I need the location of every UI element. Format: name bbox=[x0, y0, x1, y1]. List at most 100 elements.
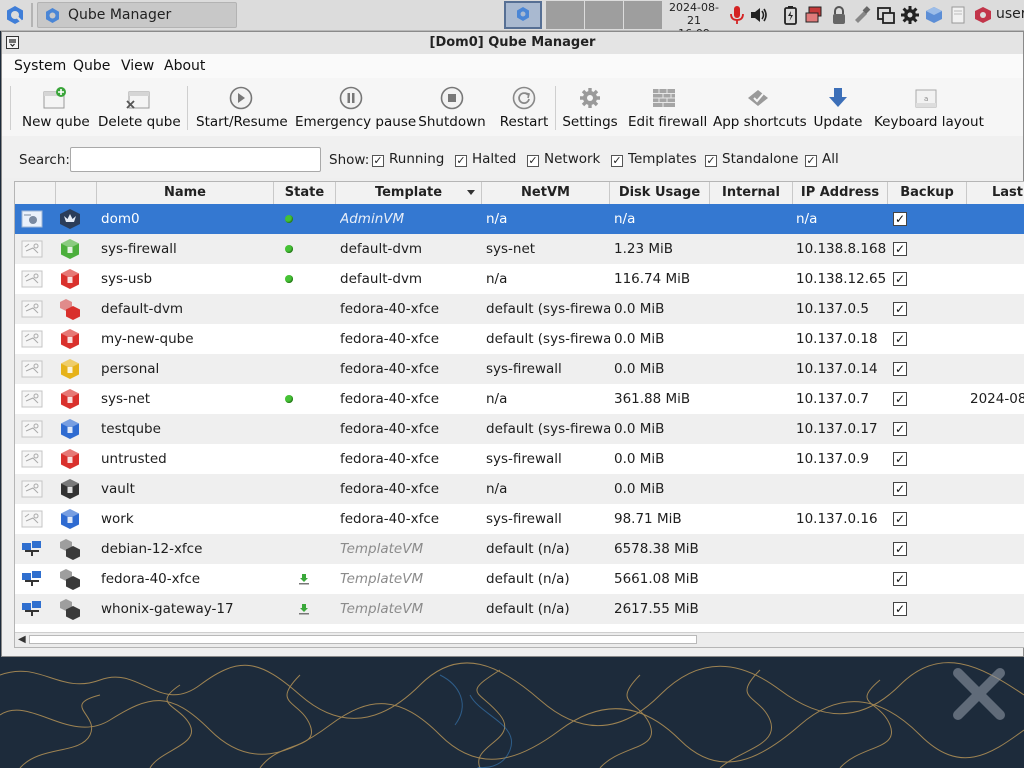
table-row[interactable]: testqube fedora-40-xfce default (sys-firew… bbox=[15, 414, 1024, 444]
new-qube-button[interactable]: New qube bbox=[22, 78, 90, 136]
vm-backup-checkbox[interactable]: ✓ bbox=[893, 452, 907, 466]
qube-label-icon bbox=[61, 359, 79, 379]
table-row[interactable]: sys-usb default-dvm n/a 116.74 MiB 10.138.12… bbox=[15, 264, 1024, 294]
table-row[interactable]: untrusted fedora-40-xfce sys-firewall 0.0 M… bbox=[15, 444, 1024, 474]
table-row[interactable]: whonix-gateway-17 TemplateVM default (n/a)… bbox=[15, 594, 1024, 624]
vm-backup-checkbox[interactable]: ✓ bbox=[893, 212, 907, 226]
table-row[interactable]: fedora-40-xfce TemplateVM default (n/a) 566… bbox=[15, 564, 1024, 594]
edit-firewall-button[interactable]: Edit firewall bbox=[628, 78, 707, 136]
vm-backup-checkbox[interactable]: ✓ bbox=[893, 542, 907, 556]
restart-button[interactable]: Restart bbox=[494, 78, 554, 136]
template-label-icon bbox=[60, 539, 80, 560]
vm-backup-checkbox[interactable]: ✓ bbox=[893, 362, 907, 376]
lock-icon[interactable] bbox=[829, 5, 849, 25]
column-header-label[interactable] bbox=[56, 182, 97, 204]
vm-backup-checkbox[interactable]: ✓ bbox=[893, 572, 907, 586]
vm-state-cell bbox=[278, 474, 334, 504]
scroll-left-arrow-icon[interactable]: ◀ bbox=[18, 634, 26, 645]
vm-netvm-cell: sys-net bbox=[486, 241, 536, 257]
horizontal-scrollbar[interactable]: ◀ bbox=[15, 632, 1024, 647]
vm-backup-checkbox[interactable]: ✓ bbox=[893, 242, 907, 256]
microphone-icon[interactable] bbox=[727, 5, 747, 25]
checkbox-checked-icon: ✓ bbox=[705, 154, 717, 167]
menu-qube[interactable]: Qube bbox=[73, 58, 110, 74]
vm-backup-checkbox[interactable]: ✓ bbox=[893, 392, 907, 406]
app-shortcuts-button[interactable]: App shortcuts bbox=[713, 78, 807, 136]
menu-system[interactable]: System bbox=[14, 58, 66, 74]
column-header-name[interactable]: Name bbox=[97, 182, 274, 204]
vm-backup-checkbox[interactable]: ✓ bbox=[893, 272, 907, 286]
usb-devices-icon[interactable] bbox=[852, 5, 872, 25]
network-devices-icon[interactable] bbox=[804, 5, 824, 25]
column-header-ip-address[interactable]: IP Address bbox=[793, 182, 888, 204]
table-row[interactable]: vault fedora-40-xfce n/a 0.0 MiB ✓ bbox=[15, 474, 1024, 504]
qubes-logo-icon bbox=[46, 8, 59, 23]
column-header-disk-usage[interactable]: Disk Usage bbox=[610, 182, 710, 204]
vm-backup-checkbox[interactable]: ✓ bbox=[893, 602, 907, 616]
vm-backup-checkbox[interactable]: ✓ bbox=[893, 482, 907, 496]
column-header-last-backup[interactable]: Last b bbox=[967, 182, 1024, 204]
column-header-type[interactable] bbox=[15, 182, 56, 204]
user-label[interactable]: user bbox=[996, 6, 1024, 22]
table-row[interactable]: default-dvm fedora-40-xfce default (sys-fi… bbox=[15, 294, 1024, 324]
column-header-netvm[interactable]: NetVM bbox=[482, 182, 610, 204]
battery-icon[interactable] bbox=[780, 5, 800, 25]
table-row[interactable]: debian-12-xfce TemplateVM default (n/a) 657… bbox=[15, 534, 1024, 564]
vm-backup-checkbox[interactable]: ✓ bbox=[893, 302, 907, 316]
template-label-icon bbox=[60, 599, 80, 620]
vm-template-cell: TemplateVM bbox=[340, 601, 424, 617]
filter-running-checkbox[interactable]: ✓ Running bbox=[372, 151, 444, 167]
workspace-1[interactable] bbox=[504, 1, 542, 29]
workspace-3[interactable] bbox=[585, 1, 623, 29]
filter-templates-checkbox[interactable]: ✓ Templates bbox=[611, 151, 697, 167]
filter-standalone-checkbox[interactable]: ✓ Standalone bbox=[705, 151, 798, 167]
table-row[interactable]: work fedora-40-xfce sys-firewall 98.71 MiB 1… bbox=[15, 504, 1024, 534]
workspace-4[interactable] bbox=[624, 1, 662, 29]
qube-cube-icon[interactable] bbox=[924, 5, 944, 25]
workspace-2[interactable] bbox=[546, 1, 584, 29]
emergency-pause-button[interactable]: Emergency pause bbox=[295, 78, 416, 136]
template-vm-type-icon bbox=[22, 601, 41, 616]
column-header-internal[interactable]: Internal bbox=[710, 182, 793, 204]
delete-qube-button[interactable]: Delete qube bbox=[98, 78, 181, 136]
table-row[interactable]: sys-firewall default-dvm sys-net 1.23 MiB 10… bbox=[15, 234, 1024, 264]
start-resume-button[interactable]: Start/Resume bbox=[196, 78, 288, 136]
vm-backup-checkbox[interactable]: ✓ bbox=[893, 332, 907, 346]
settings-gear-icon bbox=[580, 88, 600, 108]
vm-backup-checkbox[interactable]: ✓ bbox=[893, 512, 907, 526]
windows-icon[interactable] bbox=[876, 5, 896, 25]
user-icon[interactable] bbox=[973, 5, 993, 25]
filter-halted-checkbox[interactable]: ✓ Halted bbox=[455, 151, 516, 167]
vm-label-cell bbox=[58, 564, 94, 594]
settings-gear-icon[interactable] bbox=[900, 5, 920, 25]
column-header-backup[interactable]: Backup bbox=[888, 182, 967, 204]
settings-button[interactable]: Settings bbox=[560, 78, 620, 136]
keyboard-layout-button[interactable]: a Keyboard layout bbox=[874, 78, 984, 136]
taskbar-task-qube-manager[interactable]: Qube Manager bbox=[37, 2, 237, 28]
scrollbar-thumb[interactable] bbox=[29, 635, 697, 644]
column-header-state[interactable]: State bbox=[274, 182, 336, 204]
clipboard-icon[interactable] bbox=[948, 5, 968, 25]
filter-network-checkbox[interactable]: ✓ Network bbox=[527, 151, 600, 167]
app-vm-type-icon bbox=[21, 300, 43, 318]
shutdown-button[interactable]: Shutdown bbox=[417, 78, 487, 136]
filter-all-checkbox[interactable]: ✓ All bbox=[805, 151, 839, 167]
vm-state-cell bbox=[278, 354, 334, 384]
search-input[interactable] bbox=[70, 147, 321, 172]
table-row[interactable]: dom0 AdminVM n/a n/a n/a ✓ bbox=[15, 204, 1024, 234]
vm-label-cell bbox=[58, 234, 94, 264]
menu-about[interactable]: About bbox=[164, 58, 205, 74]
update-button[interactable]: Update bbox=[812, 78, 864, 136]
menu-view[interactable]: View bbox=[121, 58, 154, 74]
qubes-menu-icon[interactable] bbox=[4, 4, 26, 26]
vm-backup-checkbox[interactable]: ✓ bbox=[893, 422, 907, 436]
table-row[interactable]: personal fedora-40-xfce sys-firewall 0.0 Mi… bbox=[15, 354, 1024, 384]
column-header-template[interactable]: Template bbox=[336, 182, 482, 204]
firewall-icon bbox=[653, 89, 675, 107]
table-row[interactable]: my-new-qube fedora-40-xfce default (sys-fi… bbox=[15, 324, 1024, 354]
vm-ip-address-cell: 10.138.8.168 bbox=[796, 241, 886, 257]
window-titlebar[interactable]: [Dom0] Qube Manager bbox=[2, 32, 1023, 55]
vm-type-cell bbox=[21, 294, 51, 324]
table-row[interactable]: sys-net fedora-40-xfce n/a 361.88 MiB 10.137… bbox=[15, 384, 1024, 414]
volume-icon[interactable] bbox=[749, 5, 769, 25]
